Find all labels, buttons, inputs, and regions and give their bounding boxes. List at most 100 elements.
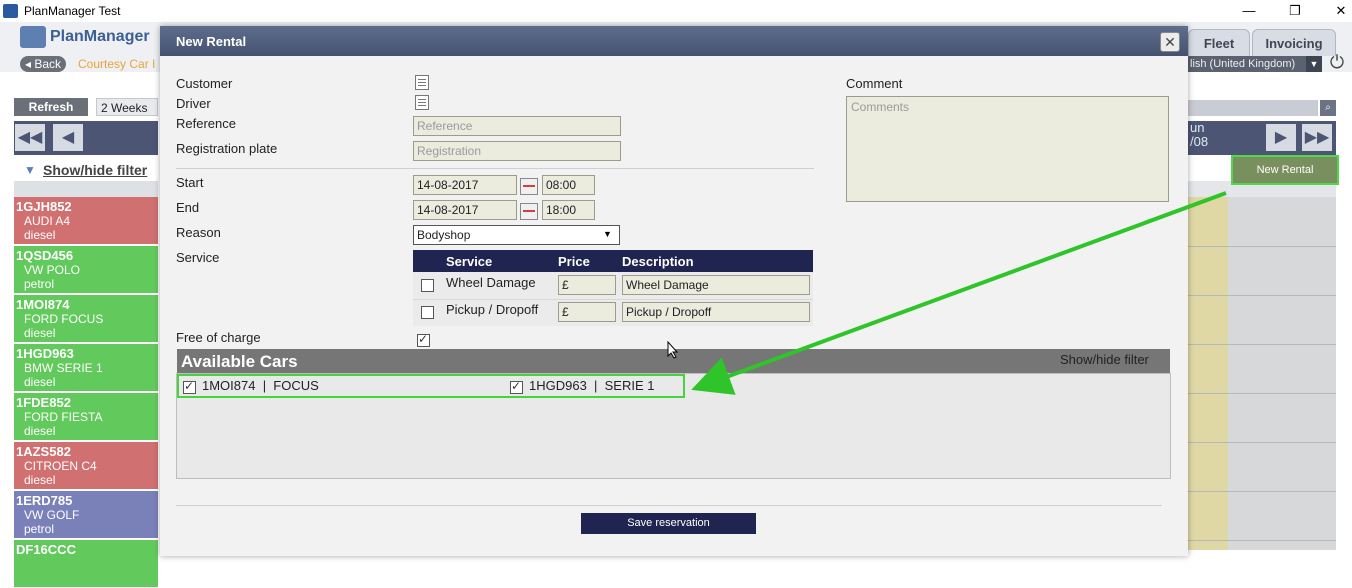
registration-input[interactable]: Registration: [413, 141, 621, 161]
description-input[interactable]: Pickup / Dropoff: [622, 302, 810, 322]
free-of-charge-label: Free of charge: [176, 330, 261, 345]
vehicle-plate: 1FDE852: [16, 395, 71, 410]
reason-select[interactable]: Bodyshop: [413, 225, 620, 245]
vehicle-model: FORD FOCUS: [24, 312, 104, 326]
vehicle-row[interactable]: 1AZS582 CITROEN C4 diesel: [14, 442, 158, 490]
start-date-input[interactable]: 14-08-2017: [413, 175, 517, 195]
window-title: PlanManager Test: [24, 4, 121, 18]
service-checkbox[interactable]: [421, 279, 434, 292]
search-input[interactable]: [1188, 100, 1318, 116]
vehicle-row[interactable]: 1MOI874 FORD FOCUS diesel: [14, 295, 158, 343]
logo-text: PlanManager: [50, 28, 150, 45]
grid-line: [1188, 442, 1336, 443]
mouse-cursor-icon: [667, 341, 679, 359]
vehicle-fuel: diesel: [24, 375, 56, 389]
calendar-icon[interactable]: [520, 178, 538, 195]
rewind-icon[interactable]: ◀◀: [15, 124, 45, 151]
customer-lookup-icon[interactable]: [415, 75, 429, 90]
price-input[interactable]: £: [558, 302, 616, 322]
minimize-button[interactable]: —: [1234, 2, 1264, 20]
vehicle-fuel: diesel: [24, 326, 56, 340]
back-button[interactable]: ◂ Back: [20, 56, 66, 72]
customer-label: Customer: [176, 76, 233, 91]
reference-input[interactable]: Reference: [413, 116, 621, 136]
vehicle-plate: 1QSD456: [16, 248, 74, 263]
vehicle-row[interactable]: 1QSD456 VW POLO petrol: [14, 246, 158, 294]
search-icon[interactable]: ⌕: [1320, 100, 1336, 116]
vehicle-row[interactable]: 1ERD785 VW GOLF petrol: [14, 491, 158, 539]
end-time-input[interactable]: 18:00: [542, 200, 595, 220]
day-label: un /08: [1190, 120, 1209, 149]
registration-label: Registration plate: [176, 141, 278, 156]
window-close-button[interactable]: ✕: [1326, 2, 1352, 20]
previous-icon[interactable]: ◀: [53, 124, 83, 151]
end-date-input[interactable]: 14-08-2017: [413, 200, 517, 220]
service-name: Pickup / Dropoff: [446, 302, 539, 317]
vehicle-row[interactable]: 1GJH852 AUDI A4 diesel: [14, 197, 158, 245]
car-checkbox[interactable]: [510, 379, 523, 394]
service-column-header: Service: [446, 254, 493, 269]
grid-line: [1188, 295, 1336, 296]
driver-label: Driver: [176, 96, 211, 111]
fast-forward-icon[interactable]: ▶▶: [1302, 124, 1332, 151]
vehicle-model: CITROEN C4: [24, 459, 97, 473]
calendar-grid-column: [1228, 197, 1336, 550]
save-reservation-button[interactable]: Save reservation: [581, 513, 756, 534]
vehicle-fuel: diesel: [24, 473, 56, 487]
service-name: Wheel Damage: [446, 275, 536, 290]
grid-line: [1188, 246, 1336, 247]
description-input[interactable]: Wheel Damage: [622, 275, 810, 295]
vehicle-fuel: diesel: [24, 228, 56, 242]
power-icon[interactable]: ⏻: [1327, 52, 1347, 72]
vehicle-row[interactable]: 1HGD963 BMW SERIE 1 diesel: [14, 344, 158, 392]
available-cars-title: Available Cars: [181, 352, 298, 371]
grid-line: [1188, 344, 1336, 345]
vehicle-plate: 1MOI874: [16, 297, 70, 312]
grid-line: [1188, 393, 1336, 394]
available-cars-filter-link[interactable]: Show/hide filter: [1060, 352, 1149, 367]
chevron-down-icon[interactable]: ▼: [603, 229, 612, 239]
car-checkbox[interactable]: [183, 379, 196, 394]
show-hide-filter-link[interactable]: Show/hide filter: [43, 162, 147, 178]
start-label: Start: [176, 175, 204, 190]
vehicle-model: AUDI A4: [24, 214, 71, 228]
vehicle-column-header: [14, 181, 158, 197]
comment-textarea[interactable]: Comments: [846, 96, 1169, 202]
vehicle-fuel: petrol: [24, 522, 55, 536]
comment-label: Comment: [846, 76, 903, 91]
next-icon[interactable]: ▶: [1266, 124, 1296, 151]
vehicle-model: VW GOLF: [24, 508, 80, 522]
weeks-select[interactable]: 2 Weeks: [96, 98, 158, 116]
tab-invoicing[interactable]: Invoicing: [1252, 29, 1336, 56]
footer-divider: [176, 505, 1162, 506]
price-input[interactable]: £: [558, 275, 616, 295]
tab-fleet[interactable]: Fleet: [1188, 29, 1250, 56]
free-of-charge-checkbox[interactable]: [417, 332, 430, 347]
driver-lookup-icon[interactable]: [415, 95, 429, 110]
table-divider: [413, 299, 813, 300]
new-rental-button[interactable]: New Rental: [1231, 155, 1339, 185]
grid-line: [1188, 491, 1336, 492]
filter-icon[interactable]: ▼: [24, 164, 36, 176]
chevron-down-icon[interactable]: ▼: [1306, 56, 1322, 72]
language-select[interactable]: lish (United Kingdom): [1188, 56, 1322, 72]
price-column-header: Price: [558, 254, 590, 269]
refresh-button[interactable]: Refresh: [14, 98, 88, 116]
start-time-input[interactable]: 08:00: [542, 175, 595, 195]
form-divider: [176, 168, 814, 169]
logo-icon: [20, 26, 46, 48]
vehicle-fuel: diesel: [24, 424, 56, 438]
vehicle-plate: 1ERD785: [16, 493, 73, 508]
grid-line: [1188, 540, 1336, 541]
vehicle-row[interactable]: DF16CCC: [14, 540, 158, 588]
vehicle-row[interactable]: 1FDE852 FORD FIESTA diesel: [14, 393, 158, 441]
restore-button[interactable]: ❐: [1280, 2, 1310, 20]
app-icon: [3, 4, 18, 18]
calendar-icon[interactable]: [520, 203, 538, 220]
vehicle-plate: 1GJH852: [16, 199, 72, 214]
dialog-close-button[interactable]: ✕: [1160, 32, 1180, 52]
courtesy-car-link[interactable]: Courtesy Car I: [78, 57, 155, 71]
vehicle-plate: 1HGD963: [16, 346, 74, 361]
service-checkbox[interactable]: [421, 306, 434, 319]
available-car-item: 1HGD963 | SERIE 1: [529, 378, 655, 393]
